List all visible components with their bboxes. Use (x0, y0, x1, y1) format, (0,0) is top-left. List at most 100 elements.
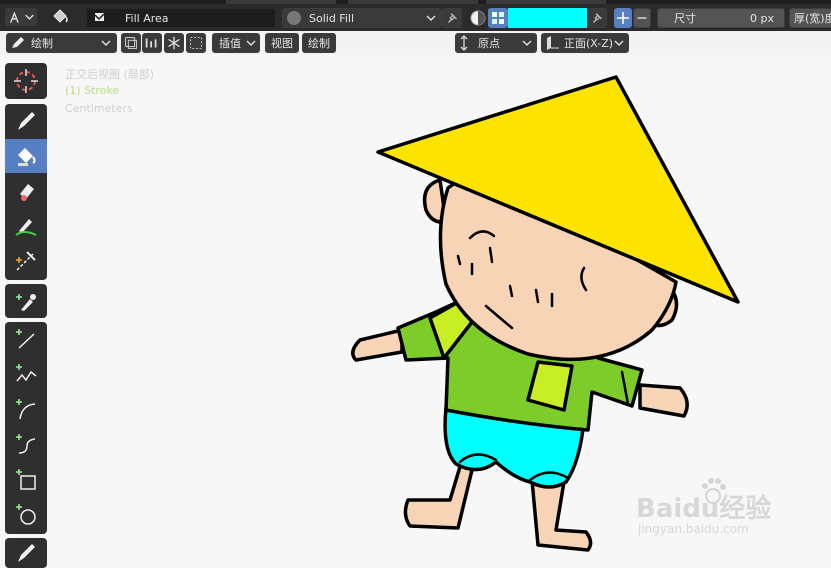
object-name-label: (1) Stroke (65, 84, 120, 97)
left-hand (351, 328, 404, 362)
freckle-5 (534, 288, 540, 304)
cursor-tool[interactable] (5, 64, 47, 98)
fill-color-swatch[interactable] (508, 8, 587, 28)
thickness-label: 厚(宽)度 (794, 12, 831, 25)
fill-style-dropdown[interactable]: Solid Fill (282, 8, 442, 28)
cursor-icon (14, 69, 38, 93)
toolbar-group-cursor (5, 63, 47, 99)
line-tool[interactable] (5, 322, 47, 356)
arc-tool[interactable] (5, 392, 47, 426)
cutter-tool[interactable] (5, 244, 47, 278)
plane-icon (547, 36, 559, 50)
chevron-down-icon (522, 40, 532, 47)
watermark: Baidu经验 jingyan.baidu.com (636, 476, 796, 540)
draw-menu[interactable]: 绘制 (302, 33, 336, 53)
top-edge-bar (0, 0, 831, 4)
pin-icon (447, 13, 457, 23)
graph-icon (145, 38, 157, 48)
box-icon (16, 469, 36, 490)
mouth (484, 304, 514, 330)
size-field[interactable]: 尺寸 0 px (657, 8, 785, 28)
interpolate-dropdown[interactable]: 插值 (212, 33, 260, 53)
right-hand (638, 383, 689, 418)
freckle-1 (456, 254, 462, 266)
orientation-label: 正面(X-Z) (564, 37, 614, 50)
origin-label: 原点 (478, 37, 500, 50)
circle-icon (16, 504, 36, 525)
multiframe-button[interactable] (121, 33, 141, 53)
pencil-icon (18, 112, 35, 130)
size-value: 0 px (750, 11, 774, 25)
toolbar-group-draw (5, 104, 47, 280)
collar-right (526, 360, 574, 412)
vertex-color-button[interactable] (488, 8, 508, 28)
fill-bucket-icon (18, 148, 36, 166)
toolbar-group-eyedropper (5, 284, 47, 318)
material-selector[interactable]: Fill Area (86, 8, 276, 28)
remove-button[interactable] (633, 8, 651, 28)
thickness-field[interactable]: 厚(宽)度 (789, 8, 831, 28)
left-eye (468, 230, 496, 240)
circle-tool[interactable] (5, 497, 47, 531)
watermark-brand: Baidu经验 (636, 494, 772, 524)
orientation-dropdown[interactable]: 正面(X-Z) (541, 33, 629, 53)
hat (376, 75, 740, 304)
toolbar-group-primitives (5, 322, 47, 534)
annotate-icon (18, 544, 35, 562)
polyline-icon (16, 364, 37, 382)
view-menu[interactable]: 视图 (265, 33, 299, 53)
watermark-url: jingyan.baidu.com (638, 522, 749, 536)
eyedropper-icon (16, 294, 36, 311)
curve-tool[interactable] (5, 427, 47, 461)
tint-tool[interactable] (5, 209, 47, 243)
edit-lines-button[interactable] (142, 33, 162, 53)
draw-menu-label: 绘制 (308, 37, 330, 50)
material-icon (94, 13, 105, 21)
erase-tool[interactable] (5, 174, 47, 208)
shirt (396, 298, 644, 432)
pin-color-button[interactable] (587, 8, 607, 28)
pin-icon (592, 13, 602, 23)
color-mode-toggle[interactable] (468, 8, 488, 28)
freckle-4 (508, 284, 514, 298)
eraser-icon (20, 184, 34, 201)
interpolate-label: 插值 (219, 37, 241, 50)
snap-button[interactable] (164, 33, 184, 53)
annotate-tool[interactable] (5, 538, 47, 568)
curve-icon (16, 434, 36, 454)
collar-left (428, 298, 474, 360)
shorts-cuff-left (458, 453, 498, 464)
chevron-down-icon (246, 40, 256, 47)
sphere-icon (287, 11, 301, 25)
fill-tool[interactable] (5, 139, 47, 173)
grease-pencil-tool-icon (9, 11, 34, 23)
origin-dropdown[interactable]: 原点 (455, 33, 537, 53)
viewport-header: 绘制 插值 视图 绘制 原点 正面(X-Z) (0, 31, 831, 55)
left-leg (403, 458, 474, 530)
freckle-3 (488, 246, 494, 264)
eyedropper-tool[interactable] (5, 284, 47, 318)
sleeve-line (620, 370, 630, 406)
pin-button[interactable] (442, 8, 462, 28)
arc-icon (16, 399, 36, 420)
plus-icon (617, 12, 629, 24)
add-button[interactable] (614, 8, 632, 28)
right-ear (646, 280, 679, 328)
layers-icon (125, 37, 137, 49)
size-label: 尺寸 (674, 12, 696, 25)
color-wheel-icon (470, 10, 486, 26)
draw-tool[interactable] (5, 104, 47, 138)
shorts (443, 406, 586, 489)
snowflake-icon (168, 36, 180, 50)
tool-icon-dropdown[interactable] (4, 7, 38, 27)
palette-icon (492, 12, 504, 24)
cursor-tool-button[interactable] (186, 33, 206, 53)
chevron-down-icon (101, 40, 111, 47)
fill-bucket-icon (50, 7, 72, 27)
shorts-cuff-right (528, 471, 570, 482)
minus-icon (637, 17, 647, 19)
polyline-tool[interactable] (5, 357, 47, 391)
mode-dropdown[interactable]: 绘制 (6, 33, 117, 53)
right-eye (580, 266, 588, 292)
box-tool[interactable] (5, 462, 47, 496)
